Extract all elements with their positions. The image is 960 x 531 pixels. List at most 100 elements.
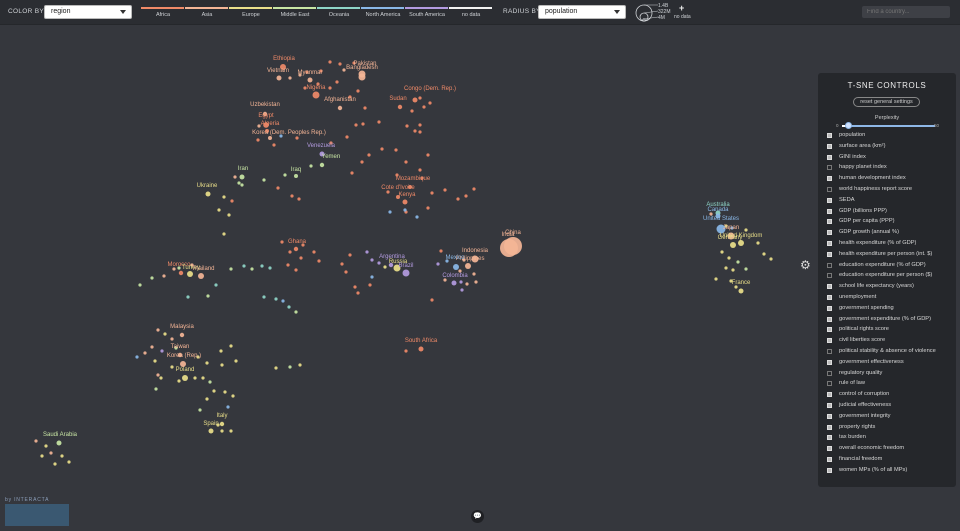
country-dot[interactable] [219,349,223,353]
country-dot[interactable] [338,62,342,66]
country-dot[interactable] [287,305,291,309]
country-dot[interactable] [317,259,321,263]
country-dot[interactable] [163,332,167,336]
country-dot[interactable] [220,363,224,367]
country-dot[interactable] [268,266,272,270]
country-dot[interactable] [234,359,238,363]
country-dot[interactable] [345,135,349,139]
checkbox-checked-icon[interactable] [827,392,832,398]
country-dot[interactable] [413,129,417,133]
country-dot[interactable] [242,264,246,268]
country-dot[interactable] [353,285,357,289]
country-dot[interactable] [358,73,366,81]
country-dot[interactable] [179,332,185,338]
country-dot[interactable] [397,104,403,110]
country-dot[interactable] [500,239,518,257]
feature-checkbox-row[interactable]: education expenditure (% of GDP) [826,261,954,272]
country-dot[interactable] [328,86,332,90]
country-dot[interactable] [377,261,381,265]
country-dot[interactable] [298,363,302,367]
checkbox-checked-icon[interactable] [827,197,832,203]
feature-checkbox-row[interactable]: overall economic freedom [826,444,954,455]
country-dot[interactable] [370,258,374,262]
country-dot[interactable] [730,242,736,248]
country-dot[interactable] [150,345,154,349]
tsne-scatter-plot[interactable]: EthiopiaVietnamCongo (Dem. Rep.)Pakistan… [0,26,960,531]
country-dot[interactable] [250,267,254,271]
country-dot[interactable] [714,277,718,281]
country-dot[interactable] [53,462,57,466]
country-dot[interactable] [230,199,234,203]
country-dot[interactable] [410,109,414,113]
country-dot[interactable] [337,105,343,111]
legend-item-south-america[interactable]: South America [405,7,449,23]
reset-settings-button[interactable]: reset general settings [853,97,920,107]
country-dot[interactable] [430,191,434,195]
country-dot[interactable] [762,252,766,256]
checkbox-checked-icon[interactable] [827,176,832,182]
country-dot[interactable] [154,387,158,391]
country-dot[interactable] [356,291,360,295]
country-dot[interactable] [738,288,744,294]
checkbox-checked-icon[interactable] [827,305,832,311]
country-dot[interactable] [274,297,278,301]
country-dot[interactable] [472,187,476,191]
feature-checkbox-row[interactable]: health expenditure (% of GDP) [826,239,954,250]
country-dot[interactable] [720,250,724,254]
feature-checkbox-row[interactable]: health expenditure per person (int. $) [826,250,954,261]
country-dot[interactable] [226,405,230,409]
feature-checkbox-row[interactable]: property rights [826,423,954,434]
country-dot[interactable] [281,299,285,303]
country-dot[interactable] [262,295,266,299]
country-dot[interactable] [56,440,62,446]
checkbox-checked-icon[interactable] [827,284,832,290]
feature-checkbox-row[interactable]: tax burden [826,433,954,444]
country-dot[interactable] [229,429,233,433]
checkbox-checked-icon[interactable] [827,230,832,236]
country-search-input[interactable] [862,6,950,18]
country-dot[interactable] [459,280,463,284]
country-dot[interactable] [288,76,292,80]
checkbox-checked-icon[interactable] [827,446,832,452]
country-dot[interactable] [283,173,287,177]
legend-item-no-data[interactable]: no data [449,7,493,23]
checkbox-unchecked-icon[interactable] [827,273,832,279]
country-dot[interactable] [405,124,409,128]
country-dot[interactable] [286,263,290,267]
country-dot[interactable] [456,197,460,201]
checkbox-unchecked-icon[interactable] [827,186,832,192]
country-dot[interactable] [272,143,276,147]
checkbox-checked-icon[interactable] [827,456,832,462]
checkbox-checked-icon[interactable] [827,413,832,419]
country-dot[interactable] [383,265,387,269]
checkbox-checked-icon[interactable] [827,424,832,430]
country-dot[interactable] [239,174,245,180]
country-dot[interactable] [335,80,339,84]
country-dot[interactable] [309,164,313,168]
country-dot[interactable] [138,283,142,287]
country-dot[interactable] [380,147,384,151]
country-dot[interactable] [736,260,740,264]
perplexity-slider-handle[interactable] [845,122,852,129]
country-dot[interactable] [156,373,160,377]
country-dot[interactable] [354,123,358,127]
feature-checkbox-row[interactable]: school life expectancy (years) [826,282,954,293]
country-dot[interactable] [276,186,280,190]
feature-checkbox-row[interactable]: government expenditure (% of GDP) [826,315,954,326]
country-dot[interactable] [276,75,282,81]
country-dot[interactable] [350,171,354,175]
country-dot[interactable] [465,282,469,286]
checkbox-checked-icon[interactable] [827,327,832,333]
country-dot[interactable] [237,181,241,185]
country-dot[interactable] [34,439,38,443]
feature-checkbox-row[interactable]: political rights score [826,325,954,336]
country-dot[interactable] [227,213,231,217]
country-dot[interactable] [460,288,464,292]
country-dot[interactable] [388,210,392,214]
country-dot[interactable] [160,349,164,353]
country-dot[interactable] [293,246,299,252]
country-dot[interactable] [201,376,205,380]
feature-checkbox-row[interactable]: human development index [826,174,954,185]
country-dot[interactable] [312,250,316,254]
checkbox-unchecked-icon[interactable] [827,262,832,268]
